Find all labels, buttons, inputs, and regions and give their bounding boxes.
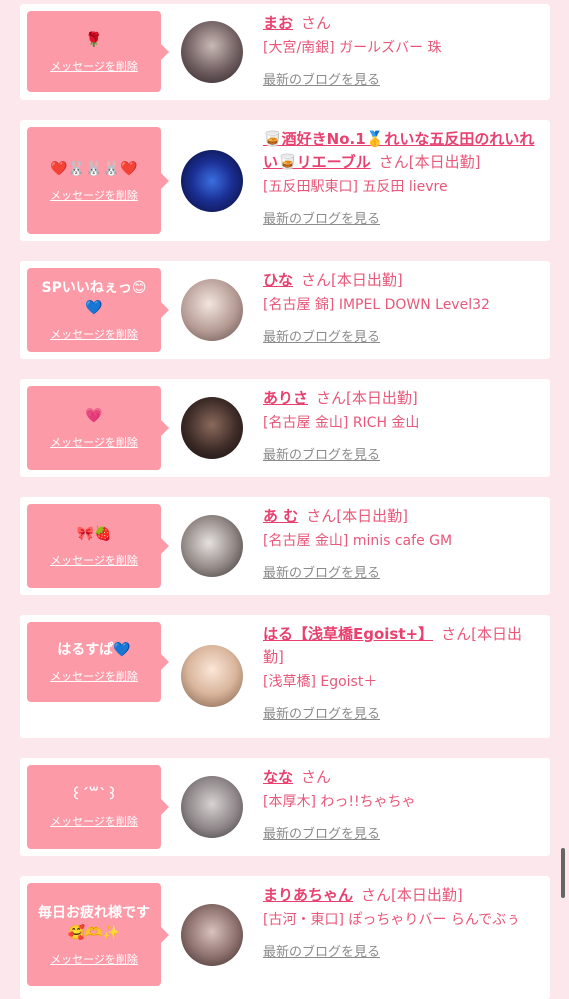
delete-message-link[interactable]: メッセージを削除 [50,434,138,450]
cast-name-link[interactable]: ひな [263,271,293,289]
message-bubble: はるすぱ💙 メッセージを削除 [27,622,169,702]
cast-name-link[interactable]: あ む [263,507,298,525]
message-card: ❤️🐰🐰🐰❤️ メッセージを削除 🥃酒好きNo.1🥇れいな五反田のれいれい🥃リエ… [20,120,550,241]
honorific-status: さん[本日出勤] [316,389,418,407]
message-card: 🎀🍓 メッセージを削除 あ むさん[本日出勤] [名古屋 金山] minis c… [20,497,550,595]
message-card: SPいいねぇっ😊💙 メッセージを削除 ひな さん[本日出勤] [名古屋 錦] IM… [20,261,550,359]
honorific-status: さん[本日出勤] [378,153,481,171]
cast-name-link[interactable]: はる【浅草橋Egoist+】 [263,625,433,643]
shop-location: [名古屋 錦] IMPEL DOWN Level32 [263,297,490,313]
message-text: ❤️🐰🐰🐰❤️ [50,160,138,177]
latest-blog-link[interactable]: 最新のブログを見る [263,444,380,463]
delete-message-link[interactable]: メッセージを削除 [50,326,138,342]
message-bubble: SPいいねぇっ😊💙 メッセージを削除 [27,268,169,352]
latest-blog-link[interactable]: 最新のブログを見る [263,562,380,581]
shop-location: [古河・東口] ぽっちゃりバー らんでぶぅ [263,912,521,928]
delete-message-link[interactable]: メッセージを削除 [50,813,138,829]
honorific-status: さん[本日出勤] [306,507,408,525]
delete-message-link[interactable]: メッセージを削除 [50,58,138,74]
message-text: 🎀🍓 [76,526,112,542]
latest-blog-link[interactable]: 最新のブログを見る [263,69,380,88]
message-bubble: ❤️🐰🐰🐰❤️ メッセージを削除 [27,127,169,234]
profile-info: はる【浅草橋Egoist+】 さん[本日出勤] [浅草橋] Egoist＋ 最新の… [263,623,541,722]
cast-name-link[interactable]: なな [263,768,293,786]
profile-info: まお さん [大宮/南銀] ガールズバー 珠 最新のブログを見る [263,12,541,88]
message-text: 💗 [85,408,103,424]
honorific-status: さん[本日出勤] [301,271,403,289]
message-bubble: 🎀🍓 メッセージを削除 [27,504,169,588]
message-text: はるすぱ💙 [57,642,131,658]
cast-name-link[interactable]: まりあちゃん [263,886,353,904]
message-card: 🌹 メッセージを削除 まお さん [大宮/南銀] ガールズバー 珠 最新のブログを… [20,4,550,100]
latest-blog-link[interactable]: 最新のブログを見る [263,208,380,227]
message-card: 💗 メッセージを削除 ありさ さん[本日出勤] [名古屋 金山] RICH 金山 … [20,379,550,477]
message-card: ꒰´꒳`꒱ メッセージを削除 なな さん [本厚木] わっ!!ちゃちゃ 最新のブロ… [20,758,550,856]
latest-blog-link[interactable]: 最新のブログを見る [263,326,380,345]
latest-blog-link[interactable]: 最新のブログを見る [263,703,380,722]
message-card: はるすぱ💙 メッセージを削除 はる【浅草橋Egoist+】 さん[本日出勤] [浅… [20,615,550,738]
shop-location: [大宮/南銀] ガールズバー 珠 [263,40,442,56]
message-bubble: 💗 メッセージを削除 [27,386,169,470]
profile-info: なな さん [本厚木] わっ!!ちゃちゃ 最新のブログを見る [263,766,541,842]
avatar[interactable] [181,515,243,577]
shop-location: [浅草橋] Egoist＋ [263,674,378,690]
message-card: 毎日お疲れ様です🥰🫶✨ メッセージを削除 まりあちゃん さん[本日出勤] [古河・… [20,876,550,999]
shop-location: [五反田駅東口] 五反田 lievre [263,179,448,195]
avatar[interactable] [181,279,243,341]
message-bubble: 毎日お疲れ様です🥰🫶✨ メッセージを削除 [27,883,169,986]
profile-info: 🥃酒好きNo.1🥇れいな五反田のれいれい🥃リエーブル さん[本日出勤] [五反田駅… [263,128,541,227]
honorific-status: さん [301,14,332,32]
message-text: SPいいねぇっ😊💙 [41,280,147,316]
avatar[interactable] [181,397,243,459]
delete-message-link[interactable]: メッセージを削除 [50,552,138,568]
avatar[interactable] [181,150,243,212]
profile-info: ありさ さん[本日出勤] [名古屋 金山] RICH 金山 最新のブログを見る [263,387,541,463]
profile-info: まりあちゃん さん[本日出勤] [古河・東口] ぽっちゃりバー らんでぶぅ 最新の… [263,884,541,960]
delete-message-link[interactable]: メッセージを削除 [50,951,138,967]
message-text: 🌹 [85,31,103,48]
delete-message-link[interactable]: メッセージを削除 [50,668,138,684]
avatar[interactable] [181,645,243,707]
avatar[interactable] [181,21,243,83]
message-text: ꒰´꒳`꒱ [70,787,118,803]
message-text: 毎日お疲れ様です🥰🫶✨ [38,904,150,941]
honorific-status: さん [301,768,332,786]
avatar[interactable] [181,776,243,838]
profile-info: あ むさん[本日出勤] [名古屋 金山] minis cafe GM 最新のブロ… [263,505,541,581]
message-bubble: ꒰´꒳`꒱ メッセージを削除 [27,765,169,849]
shop-location: [名古屋 金山] RICH 金山 [263,415,420,431]
cast-name-link[interactable]: まお [263,14,293,32]
shop-location: [名古屋 金山] minis cafe GM [263,533,453,549]
message-bubble: 🌹 メッセージを削除 [27,11,169,92]
honorific-status: さん[本日出勤] [361,886,463,904]
profile-info: ひな さん[本日出勤] [名古屋 錦] IMPEL DOWN Level32 最新… [263,269,541,345]
delete-message-link[interactable]: メッセージを削除 [50,187,138,203]
avatar[interactable] [181,904,243,966]
shop-location: [本厚木] わっ!!ちゃちゃ [263,794,416,810]
cast-name-link[interactable]: ありさ [263,389,308,407]
scrollbar[interactable] [561,848,565,898]
latest-blog-link[interactable]: 最新のブログを見る [263,941,380,960]
latest-blog-link[interactable]: 最新のブログを見る [263,823,380,842]
